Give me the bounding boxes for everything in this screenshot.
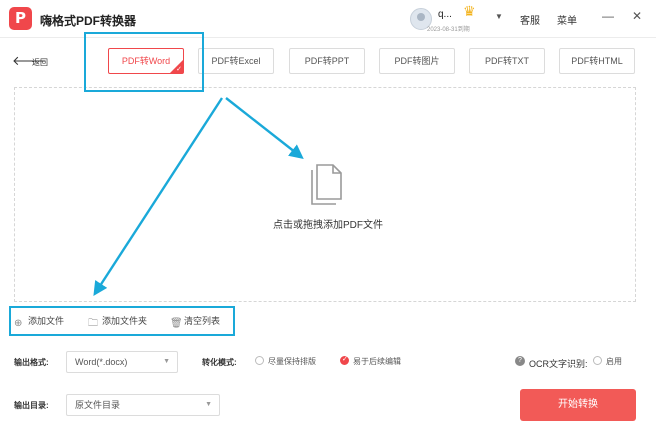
tab-label: PDF转HTML (571, 56, 623, 66)
mode-keep-layout-label: 尽量保持排版 (268, 357, 316, 366)
tab-label: PDF转PPT (304, 56, 350, 66)
start-convert-button[interactable]: 开始转换 (520, 389, 636, 421)
vip-crown-icon: ♛ (463, 3, 476, 19)
output-format-select[interactable]: Word(*.docx) ▼ (66, 351, 178, 373)
convert-mode-label: 转化模式: (202, 358, 237, 367)
customer-service-link[interactable]: 客服 (520, 12, 540, 27)
close-icon[interactable]: ✕ (632, 9, 642, 23)
output-format-label: 输出格式: (14, 358, 49, 367)
output-format-value: Word(*.docx) (75, 357, 128, 367)
tab-pdf-to-excel[interactable]: PDF转Excel (198, 48, 274, 74)
chevron-down-icon: ▼ (205, 401, 212, 408)
menu-link[interactable]: 菜单 (557, 12, 577, 27)
tab-pdf-to-image[interactable]: PDF转图片 (379, 48, 455, 74)
mode-easy-edit-radio[interactable]: 易于后续编辑 (340, 355, 401, 367)
chevron-down-icon: ▼ (163, 358, 170, 365)
mode-easy-edit-label: 易于后续编辑 (353, 357, 401, 366)
highlight-box-tab (84, 32, 204, 92)
user-dropdown-icon[interactable]: ▼ (495, 12, 503, 21)
tab-pdf-to-txt[interactable]: PDF转TXT (469, 48, 545, 74)
output-dir-select[interactable]: 原文件目录 ▼ (66, 394, 220, 416)
tab-label: PDF转图片 (394, 56, 440, 66)
mode-keep-layout-radio[interactable]: 尽量保持排版 (255, 356, 316, 367)
user-name[interactable]: q... (438, 9, 452, 20)
ocr-enable-radio[interactable]: 启用 (593, 356, 622, 367)
tab-label: PDF转Excel (211, 56, 261, 66)
tab-label: PDF转TXT (485, 56, 529, 66)
tab-pdf-to-html[interactable]: PDF转HTML (559, 48, 635, 74)
ocr-label: OCR文字识别: (529, 359, 588, 369)
output-dir-label: 输出目录: (14, 401, 49, 410)
back-button[interactable]: 返回 (32, 57, 48, 68)
radio-checked-icon (340, 355, 349, 365)
document-icon[interactable] (306, 162, 346, 206)
radio-icon (593, 356, 602, 365)
tab-pdf-to-ppt[interactable]: PDF转PPT (289, 48, 365, 74)
app-title: 嗨格式PDF转换器 (40, 14, 137, 28)
user-expire-date: 2023-08-31到期 (427, 27, 470, 33)
highlight-box-actions (9, 306, 235, 336)
help-icon[interactable]: ? (515, 356, 525, 366)
radio-icon (255, 356, 264, 365)
minimize-icon[interactable]: — (602, 9, 614, 23)
output-dir-value: 原文件目录 (75, 400, 121, 410)
ocr-enable-label: 启用 (606, 357, 622, 366)
app-logo-icon: P (9, 7, 32, 30)
drop-hint-text[interactable]: 点击或拖拽添加PDF文件 (0, 216, 656, 231)
